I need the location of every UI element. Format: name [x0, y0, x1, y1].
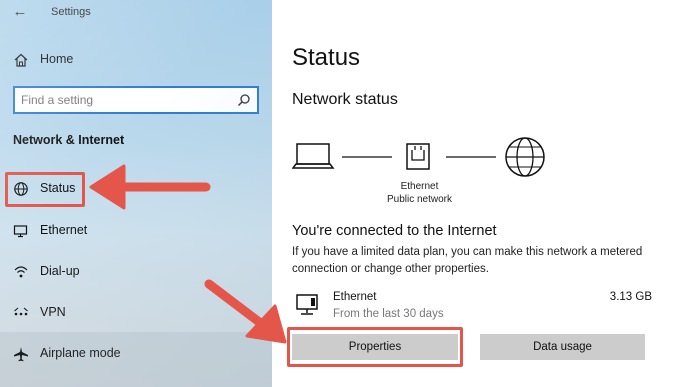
section-title: Network & Internet — [13, 133, 125, 147]
ethernet-name: Ethernet — [333, 291, 377, 303]
sidebar-item-label: Dial-up — [40, 264, 80, 278]
status-highlight-annotation — [5, 172, 85, 207]
sidebar-item-label: Ethernet — [40, 223, 88, 237]
ethernet-usage: 3.13 GB — [609, 291, 652, 303]
diagram-adapter-name: Ethernet — [400, 181, 439, 192]
sidebar-item-label: Home — [40, 52, 74, 66]
sidebar-item-label: Airplane mode — [40, 346, 121, 360]
sidebar-item-home[interactable]: Home — [0, 46, 272, 74]
page-title: Status — [292, 44, 361, 71]
diagram-network-name: Public network — [386, 194, 453, 205]
search-input[interactable] — [21, 91, 221, 109]
ethernet-icon — [13, 225, 28, 238]
title-bar: ← Settings — [0, 0, 272, 24]
properties-button[interactable]: Properties — [292, 334, 458, 360]
ethernet-port-icon — [406, 143, 430, 170]
search-box[interactable] — [13, 86, 259, 114]
diagram-caption: Ethernet Public network — [382, 180, 457, 206]
ethernet-usage-row: Ethernet From the last 30 days 3.13 GB — [292, 290, 652, 324]
ethernet-period: From the last 30 days — [333, 308, 444, 320]
airplane-icon — [14, 347, 28, 362]
vpn-icon — [14, 307, 28, 316]
laptop-icon — [292, 143, 335, 169]
dialup-icon — [14, 266, 28, 278]
data-usage-button[interactable]: Data usage — [480, 334, 645, 360]
network-status-heading: Network status — [292, 91, 398, 108]
sidebar-item-ethernet[interactable]: Ethernet — [0, 217, 272, 245]
connection-status-title: You're connected to the Internet — [292, 223, 497, 239]
back-arrow-icon[interactable]: ← — [10, 2, 30, 22]
desktop-pc-icon — [296, 294, 318, 315]
internet-globe-icon — [505, 137, 545, 177]
app-title: Settings — [51, 6, 91, 18]
main-panel: Status Network status Ethernet Public ne… — [272, 0, 680, 387]
connection-status-description: If you have a limited data plan, you can… — [292, 246, 643, 275]
search-icon[interactable] — [237, 93, 251, 107]
sidebar-item-label: VPN — [40, 305, 66, 319]
annotation-arrow-down-right-icon — [204, 279, 287, 344]
annotation-arrow-left-icon — [89, 164, 211, 210]
home-icon — [14, 53, 28, 67]
